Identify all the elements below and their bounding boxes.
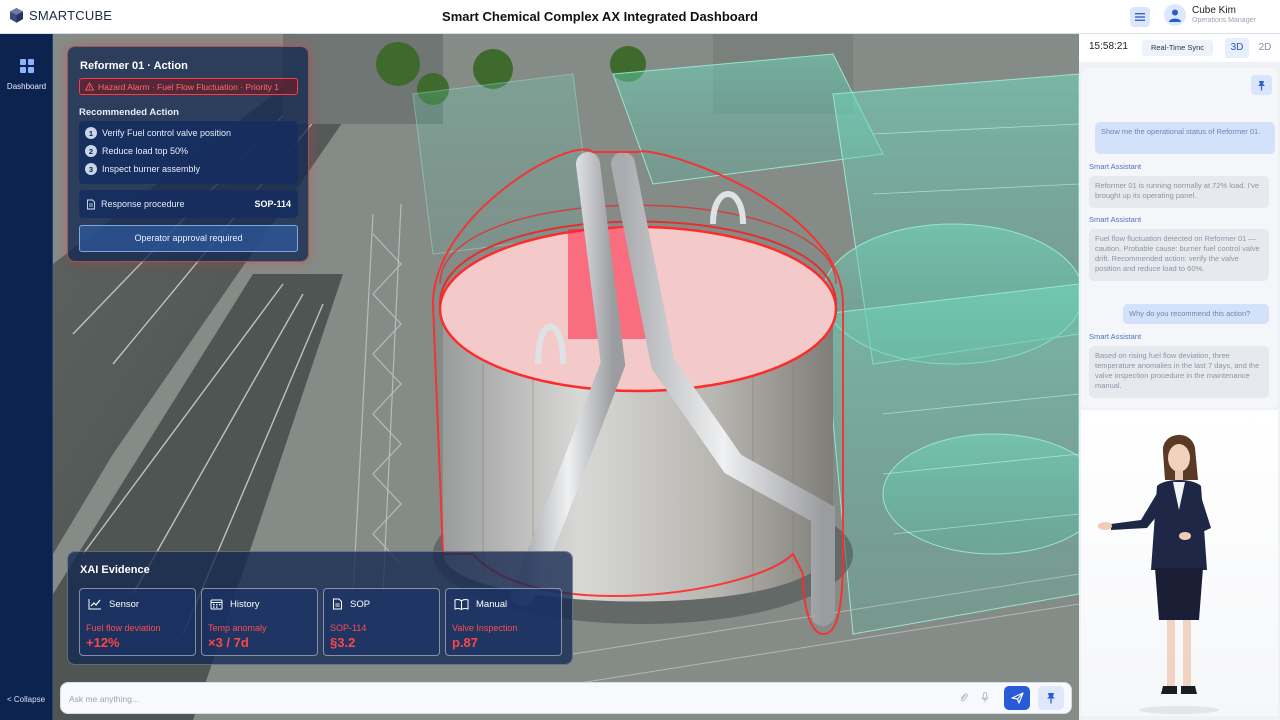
view-mode-2d-button[interactable]: 2D <box>1253 38 1277 58</box>
page-title: Smart Chemical Complex AX Integrated Das… <box>442 9 758 24</box>
evidence-card-label: SOP-114 <box>330 623 367 633</box>
chat-message-assistant: Fuel flow fluctuation detected on Reform… <box>1089 229 1269 281</box>
pin-chat-button[interactable] <box>1251 75 1272 95</box>
ai-presenter-avatar <box>1081 410 1278 716</box>
dashboard-grid-icon <box>19 59 34 73</box>
operator-approval-button[interactable]: Operator approval required <box>79 225 298 252</box>
send-button[interactable] <box>1004 686 1030 710</box>
step-text: Verify Fuel control valve position <box>102 128 232 138</box>
evidence-card-label: Temp anomaly <box>208 623 267 633</box>
action-panel-title: Reformer 01 · Action <box>80 60 188 72</box>
evidence-card-label: Fuel flow deviation <box>86 623 161 633</box>
evidence-card-sensor[interactable]: Sensor Fuel flow deviation +12% <box>79 588 196 656</box>
document-icon <box>87 199 95 209</box>
xai-evidence-title: XAI Evidence <box>80 564 150 576</box>
evidence-card-sop[interactable]: SOP SOP-114 §3.2 <box>323 588 440 656</box>
response-procedure-row[interactable]: Response procedure SOP-114 <box>79 190 298 218</box>
clock-time: 15:58:21 <box>1089 41 1128 52</box>
realtime-sync-badge[interactable]: Real-Time Sync <box>1142 40 1213 56</box>
chat-input[interactable] <box>69 691 929 707</box>
user-role: Operations Manager <box>1192 17 1256 24</box>
warning-icon <box>85 82 94 91</box>
chat-input-bar <box>60 682 1072 714</box>
avatar <box>1164 4 1186 26</box>
evidence-card-name: Manual <box>476 598 508 610</box>
step-text: Inspect burner assembly <box>102 164 201 174</box>
evidence-card-value: +12% <box>86 635 120 650</box>
top-header: SMARTCUBE Smart Chemical Complex AX Inte… <box>0 0 1280 34</box>
pin-icon <box>1047 693 1055 704</box>
procedure-label: Response procedure <box>101 199 185 209</box>
book-icon <box>454 598 469 610</box>
step-item-1[interactable]: 1 Verify Fuel control valve position <box>85 126 231 140</box>
step-item-2[interactable]: 2 Reduce load top 50% <box>85 144 188 158</box>
attach-icon[interactable] <box>959 692 968 706</box>
chat-sender: Smart Assistant <box>1089 162 1142 171</box>
step-item-3[interactable]: 3 Inspect burner assembly <box>85 162 200 176</box>
microphone-button[interactable] <box>981 692 989 706</box>
paperclip-icon <box>960 693 968 702</box>
document-icon <box>333 598 342 610</box>
chat-message-user: Show me the operational status of Reform… <box>1095 122 1275 154</box>
sidebar: Dashboard < Collapse <box>0 34 53 720</box>
collapse-button[interactable]: < Collapse <box>7 695 45 704</box>
presenter-figure <box>1098 434 1219 714</box>
hazard-alarm-badge[interactable]: Hazard Alarm · Fuel Flow Fluctuation · P… <box>79 78 298 95</box>
chat-message-assistant: Based on rising fuel flow deviation, thr… <box>1089 346 1269 398</box>
hazard-alarm-text: Hazard Alarm · Fuel Flow Fluctuation · P… <box>98 81 279 92</box>
pin-button[interactable] <box>1038 686 1064 710</box>
chat-sender: Smart Assistant <box>1089 332 1142 341</box>
evidence-card-value: §3.2 <box>330 635 356 650</box>
user-icon <box>1169 9 1181 22</box>
user-profile[interactable]: Cube Kim Operations Manager <box>1164 4 1256 26</box>
chat-panel: Show me the operational status of Reform… <box>1081 68 1278 408</box>
evidence-card-name: History <box>230 598 260 610</box>
xai-evidence-panel: XAI Evidence Sensor Fuel flow deviation … <box>67 551 573 665</box>
step-text: Reduce load top 50% <box>102 146 189 156</box>
menu-button[interactable] <box>1130 7 1150 27</box>
sidebar-item-dashboard[interactable]: Dashboard <box>0 58 53 91</box>
evidence-card-name: Sensor <box>109 598 140 610</box>
evidence-card-name: SOP <box>350 598 371 610</box>
evidence-card-history[interactable]: History Temp anomaly ×3 / 7d <box>201 588 318 656</box>
line-chart-icon <box>88 599 101 610</box>
evidence-card-value: ×3 / 7d <box>208 635 249 650</box>
pin-icon <box>1258 80 1265 90</box>
chat-message-assistant: Reformer 01 is running normally at 72% l… <box>1089 176 1269 208</box>
hamburger-icon <box>1135 13 1145 21</box>
step-number: 1 <box>85 127 97 139</box>
evidence-card-manual[interactable]: Manual Valve Inspection p.87 <box>445 588 562 656</box>
user-name: Cube Kim <box>1192 5 1236 16</box>
step-number: 3 <box>85 163 97 175</box>
procedure-code: SOP-114 <box>254 199 291 209</box>
calendar-icon <box>210 599 223 610</box>
action-panel: Reformer 01 · Action Hazard Alarm · Fuel… <box>67 46 309 262</box>
chat-message-user: Why do you recommend this action? <box>1123 304 1269 324</box>
microphone-icon <box>981 692 989 703</box>
view-mode-3d-button[interactable]: 3D <box>1225 38 1249 58</box>
step-number: 2 <box>85 145 97 157</box>
chat-sender: Smart Assistant <box>1089 215 1142 224</box>
send-icon <box>1010 692 1024 704</box>
evidence-card-label: Valve Inspection <box>452 623 518 633</box>
recommended-action-heading: Recommended Action <box>79 107 179 118</box>
evidence-card-value: p.87 <box>452 635 479 650</box>
sidebar-item-label: Dashboard <box>6 82 47 91</box>
